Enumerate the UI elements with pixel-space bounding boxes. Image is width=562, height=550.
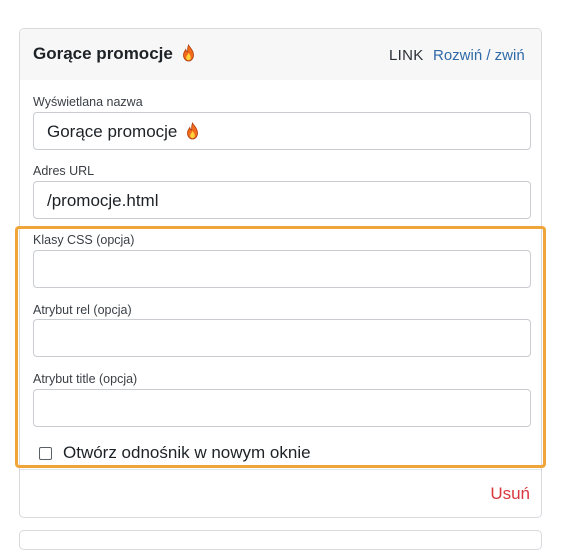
- url-field[interactable]: /promocje.html: [33, 181, 531, 219]
- display-name-field[interactable]: Gorące promocje: [33, 112, 531, 150]
- footer-divider: [20, 469, 541, 470]
- url-value: /promocje.html: [47, 191, 159, 210]
- new-window-checkbox[interactable]: [39, 446, 52, 460]
- rel-label: Atrybut rel (opcja): [33, 303, 132, 317]
- display-name-label: Wyświetlana nazwa: [33, 95, 143, 109]
- menu-item-header: Gorące promocje LINK Rozwiń / zwiń: [20, 29, 541, 80]
- expand-collapse-link[interactable]: Rozwiń / zwiń: [433, 47, 525, 64]
- css-classes-field[interactable]: [33, 250, 531, 288]
- css-classes-label: Klasy CSS (opcja): [33, 233, 135, 247]
- url-label: Adres URL: [33, 164, 95, 178]
- display-name-value: Gorące promocje: [47, 122, 200, 142]
- menu-item-card: Gorące promocje LINK Rozwiń / zwiń Wyświ…: [19, 28, 542, 518]
- rel-field[interactable]: [33, 319, 531, 357]
- next-menu-item-card: [19, 530, 542, 550]
- new-window-label[interactable]: Otwórz odnośnik w nowym oknie: [63, 443, 311, 463]
- menu-item-title: Gorące promocje: [33, 44, 196, 64]
- new-window-option[interactable]: Otwórz odnośnik w nowym oknie: [39, 443, 311, 463]
- title-attr-field[interactable]: [33, 389, 531, 427]
- menu-item-title-text: Gorące promocje: [33, 44, 173, 63]
- menu-item-type: LINK: [389, 47, 424, 64]
- remove-link[interactable]: Usuń: [490, 484, 530, 504]
- fire-icon: [187, 122, 199, 140]
- display-name-text: Gorące promocje: [47, 122, 178, 141]
- title-attr-label: Atrybut title (opcja): [33, 372, 138, 386]
- fire-icon: [182, 44, 194, 62]
